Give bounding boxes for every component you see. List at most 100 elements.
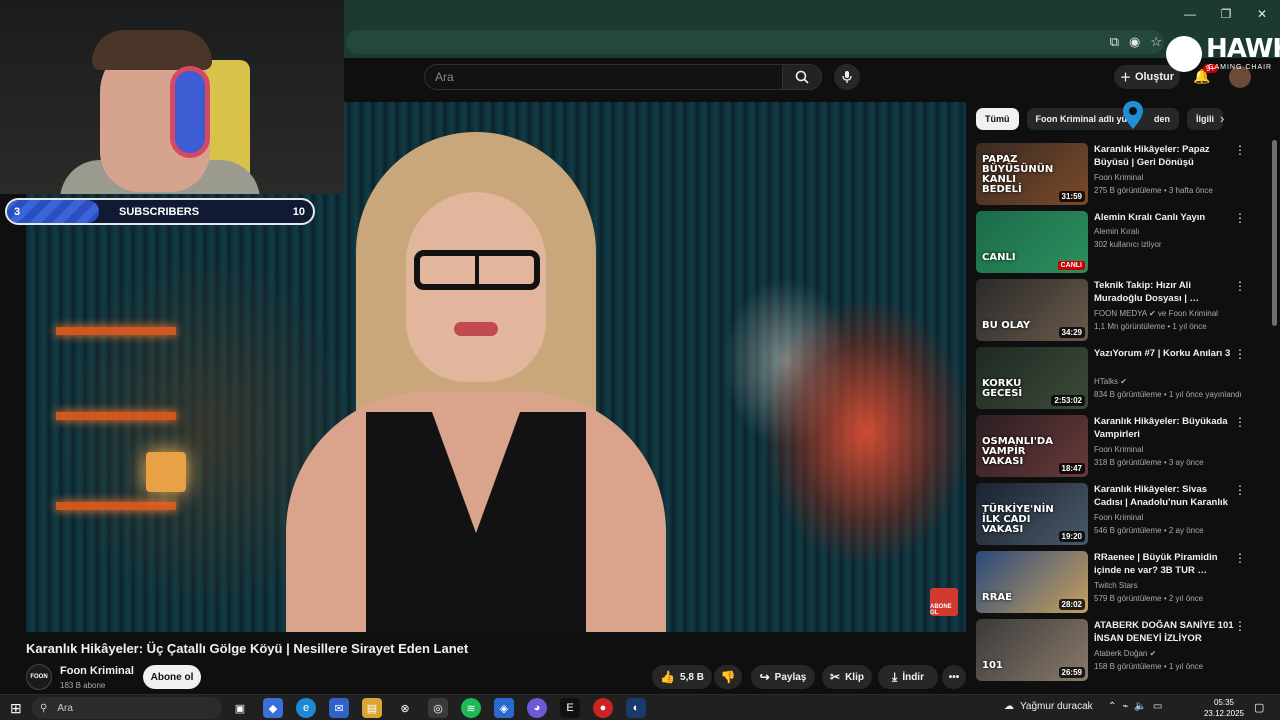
chip-channel[interactable]: Foon Kriminal adlı yük den (1026, 108, 1180, 130)
taskbar-search[interactable]: ⚲ Ara (32, 697, 222, 719)
bookmark-star-icon[interactable]: ☆ (1150, 34, 1162, 50)
recommendation-thumbnail[interactable]: TÜRKİYE'NİN İLK CADI VAKASI 19:20 (976, 483, 1088, 545)
recommendation-thumbnail[interactable]: BU OLAY 34:29 (976, 279, 1088, 341)
task-view-icon[interactable]: ▣ (230, 698, 250, 718)
search-icon (795, 70, 809, 84)
recommendation-title[interactable]: Karanlık Hikâyeler: Sivas Cadısı | Anado… (1094, 483, 1234, 509)
recommendation-thumbnail[interactable]: CANLI CANLI (976, 211, 1088, 273)
recommendation-channel[interactable]: Foon Kriminal (1094, 173, 1264, 182)
recommendation-channel[interactable]: FOON MEDYA ✔ ve Foon Kriminal (1094, 309, 1264, 318)
channel-avatar[interactable]: FOON (26, 664, 52, 690)
recommendation-channel[interactable]: Foon Kriminal (1094, 445, 1264, 454)
recommendation-title[interactable]: Karanlık Hikâyeler: Papaz Büyüsü | Geri … (1094, 143, 1234, 169)
recommendation-channel[interactable]: Twitch Stars (1094, 581, 1264, 590)
recommendation-item[interactable]: TÜRKİYE'NİN İLK CADI VAKASI 19:20 Karanlık… (976, 483, 1272, 545)
search-input[interactable]: Ara (424, 64, 782, 90)
more-vertical-icon[interactable]: ⋮ (1234, 279, 1246, 293)
more-actions-button[interactable]: ••• (942, 665, 966, 689)
recommendation-item[interactable]: PAPAZ BÜYÜSÜNÜN KANLI BEDELİ 31:59 Karanlı… (976, 143, 1272, 205)
recommendation-title[interactable]: YazıYorum #7 | Korku Anıları 3 (1094, 347, 1234, 360)
network-icon[interactable]: ⌁ (1122, 701, 1128, 712)
subscribe-button[interactable]: Abone ol (143, 665, 201, 689)
taskbar-clock[interactable]: 05:35 23.12.2025 (1200, 697, 1248, 719)
recommendation-channel[interactable]: Foon Kriminal (1094, 513, 1264, 522)
chevron-right-icon[interactable]: › (1220, 111, 1224, 126)
recommendation-channel[interactable]: Ataberk Doğan ✔ (1094, 649, 1264, 658)
voice-search-button[interactable] (834, 64, 860, 90)
taskbar-weather[interactable]: ☁ Yağmur duracak (1004, 701, 1093, 712)
tracking-protection-icon[interactable]: ◉ (1129, 34, 1140, 50)
recommendation-item[interactable]: RRAE 28:02 RRaenee | Büyük Piramidin içind… (976, 551, 1272, 613)
minimize-button[interactable]: — (1172, 0, 1208, 28)
restore-button[interactable]: ❐ (1208, 0, 1244, 28)
volume-icon[interactable]: 🔈 (1134, 701, 1146, 712)
outlook-icon[interactable]: ✉ (329, 698, 349, 718)
recommendation-thumbnail[interactable]: KORKU GECESİ 2:53:02 (976, 347, 1088, 409)
video-presenter (286, 132, 666, 632)
recommendation-item[interactable]: KORKU GECESİ 2:53:02 YazıYorum #7 | Korku … (976, 347, 1272, 409)
like-count: 5,8 B (680, 671, 704, 683)
share-button[interactable]: ↪ Paylaş (751, 665, 815, 689)
recommendation-thumbnail[interactable]: 101 26:59 (976, 619, 1088, 681)
video-duration: 26:59 (1058, 667, 1085, 678)
more-vertical-icon[interactable]: ⋮ (1234, 415, 1246, 429)
copilot-icon[interactable]: ◆ (263, 698, 283, 718)
battery-icon[interactable]: ▭ (1153, 701, 1162, 712)
decor-shelf (56, 327, 176, 335)
recommendation-item[interactable]: OSMANLI'DA VAMPİR VAKASI 18:47 Karanlık Hi… (976, 415, 1272, 477)
clip-button[interactable]: ✂ Klip (822, 665, 872, 689)
chip-all[interactable]: Tümü (976, 108, 1019, 130)
channel-name[interactable]: Foon Kriminal (60, 665, 134, 677)
more-vertical-icon[interactable]: ⋮ (1234, 619, 1246, 633)
file-explorer-icon[interactable]: ▤ (362, 698, 382, 718)
spotify-icon[interactable]: ≋ (461, 698, 481, 718)
more-vertical-icon[interactable]: ⋮ (1234, 347, 1246, 361)
search-button[interactable] (782, 64, 822, 90)
recommendation-title[interactable]: Teknik Takip: Hızır Ali Muradoğlu Dosyas… (1094, 279, 1234, 305)
sidebar-scrollbar[interactable] (1272, 140, 1277, 326)
discord-icon[interactable]: ◕ (527, 698, 547, 718)
search-icon: ⚲ (40, 702, 48, 714)
window-controls: — ❐ ✕ (1172, 0, 1280, 28)
hawk-logo: HAWK GAMING CHAIR (1166, 34, 1280, 74)
chip-related[interactable]: İlgili (1187, 108, 1224, 130)
chrome-browser-icon[interactable]: ◎ (428, 698, 448, 718)
epic-games-icon[interactable]: E (560, 698, 580, 718)
edge-browser-icon[interactable]: e (296, 698, 316, 718)
clock-time: 05:35 (1213, 698, 1235, 707)
more-vertical-icon[interactable]: ⋮ (1234, 551, 1246, 565)
notification-center-icon[interactable]: ▢ (1254, 701, 1264, 714)
subscribe-watermark[interactable]: ABONE OL (930, 588, 958, 616)
more-vertical-icon[interactable]: ⋮ (1234, 483, 1246, 497)
recommendation-channel[interactable]: Alemin Kıralı (1094, 227, 1264, 236)
steam-icon[interactable]: ◐ (626, 698, 646, 718)
recommendation-channel[interactable]: HTalks ✔ (1094, 377, 1264, 386)
recommendation-thumbnail[interactable]: RRAE 28:02 (976, 551, 1088, 613)
download-icon: ⤓ (892, 669, 898, 684)
more-vertical-icon[interactable]: ⋮ (1234, 143, 1246, 157)
recommendation-title[interactable]: ATABERK DOĞAN SANİYE 101 İNSAN DENEYİ İZ… (1094, 619, 1234, 645)
recommendation-thumbnail[interactable]: PAPAZ BÜYÜSÜNÜN KANLI BEDELİ 31:59 (976, 143, 1088, 205)
chevron-up-icon[interactable]: ⌃ (1108, 701, 1116, 712)
thumbnail-caption: 101 (982, 660, 1003, 671)
omnibox[interactable] (346, 30, 1164, 54)
recommendation-title[interactable]: Karanlık Hikâyeler: Büyükada Vampirleri (1094, 415, 1234, 441)
xbox-icon[interactable]: ⊗ (395, 698, 415, 718)
recommendation-title[interactable]: Alemin Kıralı Canlı Yayın (1094, 211, 1234, 224)
recommendation-meta: 546 B görüntüleme • 2 ay önce (1094, 526, 1204, 535)
windows-start-icon[interactable]: ⊞ (10, 700, 22, 717)
download-button[interactable]: ⤓ İndir (878, 665, 938, 689)
weather-text: Yağmur duracak (1020, 701, 1093, 712)
close-button[interactable]: ✕ (1244, 0, 1280, 28)
recommendation-item[interactable]: 101 26:59 ATABERK DOĞAN SANİYE 101 İNSAN D… (976, 619, 1272, 681)
recommendation-title[interactable]: RRaenee | Büyük Piramidin içinde ne var?… (1094, 551, 1234, 577)
vpn-app-icon[interactable]: ◈ (494, 698, 514, 718)
dislike-button[interactable]: 👎 (714, 665, 742, 689)
recommendation-item[interactable]: BU OLAY 34:29 Teknik Takip: Hızır Ali Mura… (976, 279, 1272, 341)
record-app-icon[interactable]: ● (593, 698, 613, 718)
recommendation-thumbnail[interactable]: OSMANLI'DA VAMPİR VAKASI 18:47 (976, 415, 1088, 477)
like-button[interactable]: 👍 5,8 B (652, 665, 712, 689)
more-vertical-icon[interactable]: ⋮ (1234, 211, 1246, 225)
install-app-icon[interactable]: ⧉ (1110, 34, 1119, 50)
recommendation-item[interactable]: CANLI CANLI Alemin Kıralı Canlı Yayın Alemi… (976, 211, 1272, 273)
